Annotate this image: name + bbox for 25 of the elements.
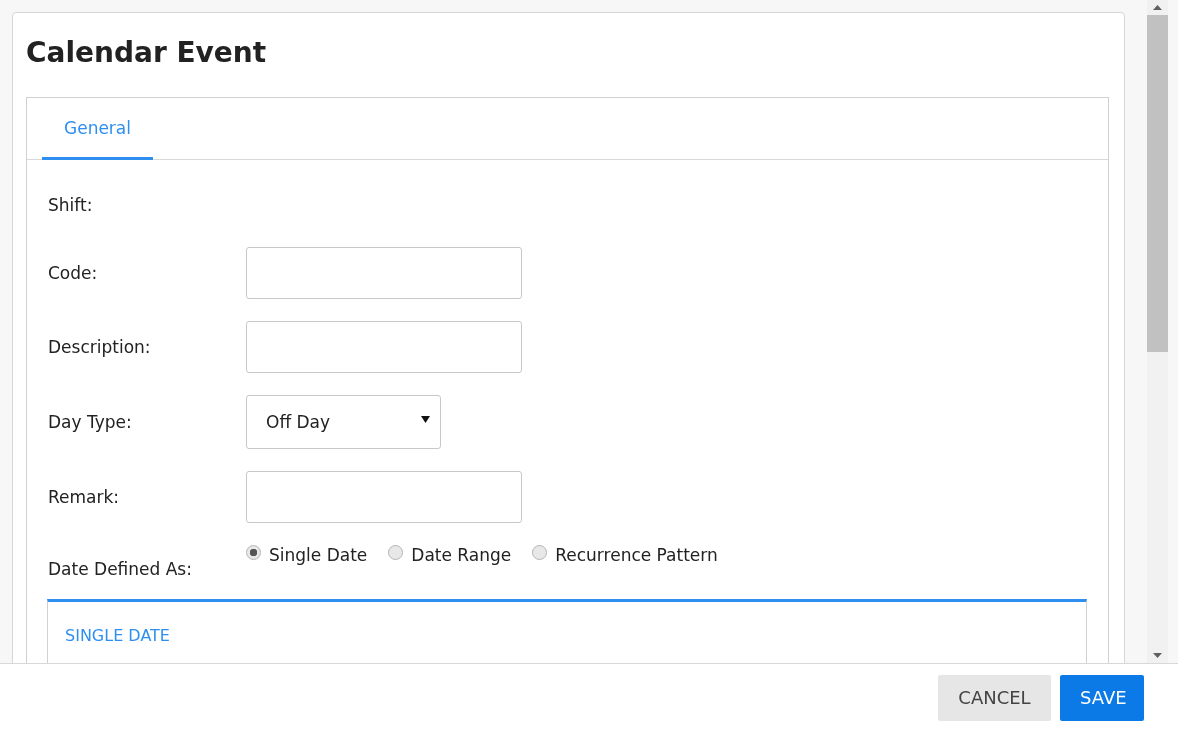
radio-option[interactable]: Recurrence Pattern (532, 545, 718, 565)
radio-option[interactable]: Single Date (246, 545, 368, 565)
radio-button[interactable] (388, 544, 404, 560)
field-label: Shift: (48, 195, 94, 215)
field-label: Remark: (48, 487, 121, 507)
radio-option[interactable]: Date Range (388, 545, 512, 565)
radio-button[interactable] (532, 544, 548, 560)
field-label: Day Type: (48, 412, 133, 432)
radio-button[interactable] (246, 544, 261, 560)
field-label: Description: (48, 337, 152, 357)
scroll-down-icon[interactable] (1153, 653, 1162, 658)
scroll-up-icon[interactable] (1153, 5, 1162, 10)
field-label: Code: (48, 263, 99, 283)
input-field[interactable] (246, 471, 522, 523)
save-button[interactable]: SAVE (1060, 674, 1144, 721)
scrollbar-thumb[interactable] (1147, 15, 1168, 352)
cancel-button[interactable]: CANCEL (938, 674, 1051, 721)
caret-icon (421, 416, 430, 423)
dropdown[interactable]: Off Day (246, 395, 441, 449)
input-field[interactable] (246, 321, 522, 373)
input-field[interactable] (246, 247, 522, 299)
section-title: SINGLE DATE (65, 626, 170, 645)
scrollbar[interactable] (1147, 0, 1168, 663)
field-label: Date Defined As: (48, 559, 193, 579)
dialog-title: Calendar Event (26, 35, 268, 71)
